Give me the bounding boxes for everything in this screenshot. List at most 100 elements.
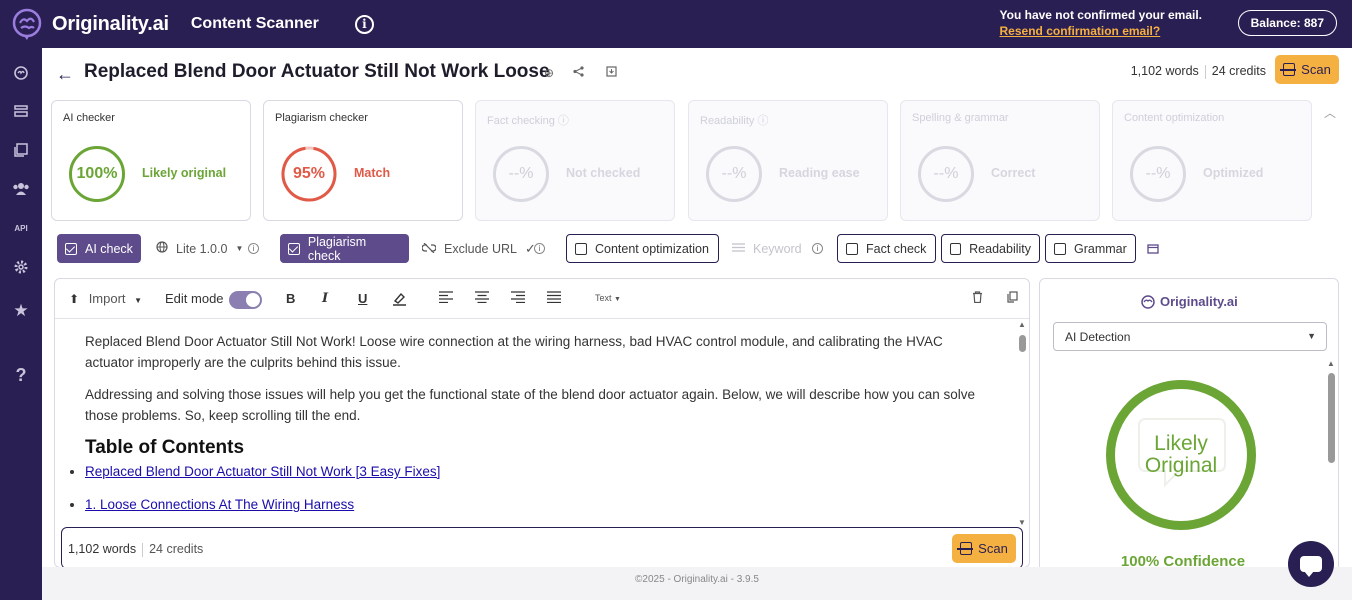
- editor-content[interactable]: Replaced Blend Door Actuator Still Not W…: [55, 319, 1017, 519]
- grammar-toggle[interactable]: Grammar: [1045, 234, 1136, 263]
- documents-icon[interactable]: [12, 102, 30, 120]
- fact-checking-card[interactable]: Fact checking ⓘ --% Not checked: [475, 100, 675, 221]
- result-text: Likely Original: [1144, 432, 1218, 477]
- spelling-grammar-card[interactable]: Spelling & grammar --% Correct: [900, 100, 1100, 221]
- fact-check-toggle[interactable]: Fact check: [837, 234, 936, 263]
- content-optimization-toggle[interactable]: Content optimization: [566, 234, 719, 263]
- scroll-down-icon[interactable]: ▼: [1018, 518, 1026, 527]
- scan-button-label: Scan: [1301, 62, 1331, 77]
- credit-count: 24 credits: [1211, 64, 1266, 78]
- footer-scan-button[interactable]: Scan: [952, 534, 1016, 563]
- share-icon[interactable]: [573, 66, 584, 80]
- page-footer: ©2025 - Originality.ai - 3.9.5: [42, 567, 1352, 600]
- toc-list: Replaced Blend Door Actuator Still Not W…: [85, 461, 987, 515]
- import-button[interactable]: ⬆ Import ▼: [69, 291, 142, 306]
- api-icon[interactable]: API: [12, 219, 30, 237]
- card-title: Spelling & grammar: [912, 112, 1009, 124]
- align-left-icon[interactable]: [439, 291, 453, 306]
- balance-badge[interactable]: Balance: 887: [1237, 10, 1337, 36]
- readability-score-gauge: --%: [706, 146, 762, 202]
- checkbox-icon: [950, 242, 962, 255]
- editor-toolbar: ⬆ Import ▼ Edit mode B I U Text ▼: [55, 279, 1029, 319]
- editor-scrollbar[interactable]: ▲ ▼: [1015, 319, 1029, 529]
- team-icon[interactable]: [12, 180, 30, 198]
- ai-check-toggle[interactable]: AI check: [57, 234, 141, 263]
- card-status: Not checked: [566, 166, 641, 180]
- export-icon[interactable]: [606, 66, 617, 80]
- back-arrow-icon[interactable]: ←: [56, 64, 74, 85]
- exclude-url-info-icon[interactable]: i: [534, 234, 545, 263]
- checkbox-icon: [575, 242, 587, 255]
- chat-icon: [1300, 556, 1322, 577]
- detection-type-select[interactable]: AI Detection ▼: [1053, 322, 1327, 351]
- highlighter-icon[interactable]: [392, 291, 407, 309]
- panel-scrollbar[interactable]: ▲: [1326, 359, 1336, 577]
- plagiarism-checker-card[interactable]: Plagiarism checker 95% Match: [263, 100, 463, 221]
- copy-icon[interactable]: [1006, 291, 1018, 306]
- help-question-icon[interactable]: ?: [12, 365, 30, 385]
- originality-result-ring: Likely Original: [1106, 380, 1256, 530]
- readability-toggle[interactable]: Readability: [941, 234, 1040, 263]
- card-status: Likely original: [142, 166, 227, 180]
- card-status: Optimized: [1203, 166, 1264, 180]
- align-right-icon[interactable]: [511, 291, 525, 306]
- scroll-thumb[interactable]: [1328, 373, 1335, 463]
- model-info-icon[interactable]: i: [248, 234, 259, 263]
- scroll-up-icon[interactable]: ▲: [1327, 359, 1335, 368]
- checkbox-checked-icon: [65, 242, 77, 255]
- fact-score-gauge: --%: [493, 146, 549, 202]
- keyword-info-icon[interactable]: i: [812, 234, 823, 263]
- optimization-score-gauge: --%: [1130, 146, 1186, 202]
- toc-link[interactable]: Replaced Blend Door Actuator Still Not W…: [85, 464, 440, 479]
- upload-icon: ⬆: [69, 292, 80, 306]
- add-circle-icon[interactable]: ⊕: [544, 66, 554, 80]
- edit-mode-switch[interactable]: [229, 291, 262, 309]
- editor-footer: 1,102 words 24 credits Scan: [61, 527, 1023, 567]
- word-count-info: 1,102 words 24 credits: [1131, 64, 1266, 79]
- card-title: Fact checking ⓘ: [487, 115, 569, 127]
- info-icon[interactable]: i: [354, 14, 374, 34]
- email-notice: You have not confirmed your email. Resen…: [1000, 7, 1202, 39]
- resend-confirmation-link[interactable]: Resend confirmation email?: [1000, 23, 1202, 39]
- scroll-up-icon[interactable]: ▲: [1018, 320, 1026, 329]
- collapse-chevron-up-icon[interactable]: ︿: [1324, 104, 1336, 121]
- ai-checker-card[interactable]: AI checker 100% Likely original: [51, 100, 251, 221]
- paragraph: Addressing and solving those issues will…: [85, 387, 976, 423]
- toc-heading: Table of Contents: [85, 437, 245, 458]
- keyword-sliders-icon: [732, 242, 745, 256]
- scroll-thumb[interactable]: [1019, 335, 1026, 352]
- library-icon[interactable]: [12, 141, 30, 159]
- bold-icon[interactable]: B: [286, 291, 295, 306]
- text-style-select[interactable]: Text ▼: [595, 293, 621, 303]
- star-icon[interactable]: ★: [12, 301, 30, 320]
- results-panel: Originality.ai AI Detection ▼ ▲ Likely O…: [1039, 278, 1339, 578]
- chevron-down-icon: ▼: [235, 244, 244, 253]
- keyword-option[interactable]: Keyword: [724, 234, 810, 263]
- ai-score-gauge: 100%: [69, 146, 125, 202]
- toc-link[interactable]: 1. Loose Connections At The Wiring Harne…: [85, 497, 354, 512]
- brain-logo-icon: [12, 8, 42, 40]
- align-justify-icon[interactable]: [547, 291, 561, 306]
- italic-icon[interactable]: I: [322, 291, 328, 306]
- card-status: Correct: [991, 166, 1036, 180]
- chat-support-button[interactable]: [1288, 541, 1334, 587]
- settings-gear-icon[interactable]: [12, 258, 30, 276]
- logo-text: Originality.ai: [52, 12, 169, 35]
- brain-scan-icon[interactable]: [12, 64, 30, 82]
- scan-button[interactable]: Scan: [1275, 55, 1339, 84]
- underline-icon[interactable]: U: [358, 291, 367, 306]
- page-scrollbar[interactable]: [1352, 0, 1366, 600]
- align-center-icon[interactable]: [475, 291, 489, 306]
- plagiarism-score-gauge: 95%: [281, 146, 337, 202]
- readability-card[interactable]: Readability ⓘ --% Reading ease: [688, 100, 888, 221]
- calendar-icon[interactable]: [1147, 234, 1159, 263]
- panel-brand: Originality.ai: [1140, 294, 1238, 309]
- model-select[interactable]: Lite 1.0.0 ▼: [148, 234, 251, 263]
- content-optimization-card[interactable]: Content optimization --% Optimized: [1112, 100, 1312, 221]
- trash-icon[interactable]: [972, 291, 983, 306]
- scan-doc-icon: [1280, 63, 1297, 76]
- logo[interactable]: Originality.ai: [10, 7, 169, 41]
- top-bar: Originality.ai Content Scanner i You hav…: [0, 0, 1352, 48]
- exclude-url-option[interactable]: Exclude URL ✓: [414, 234, 544, 263]
- plagiarism-check-toggle[interactable]: Plagiarism check: [280, 234, 409, 263]
